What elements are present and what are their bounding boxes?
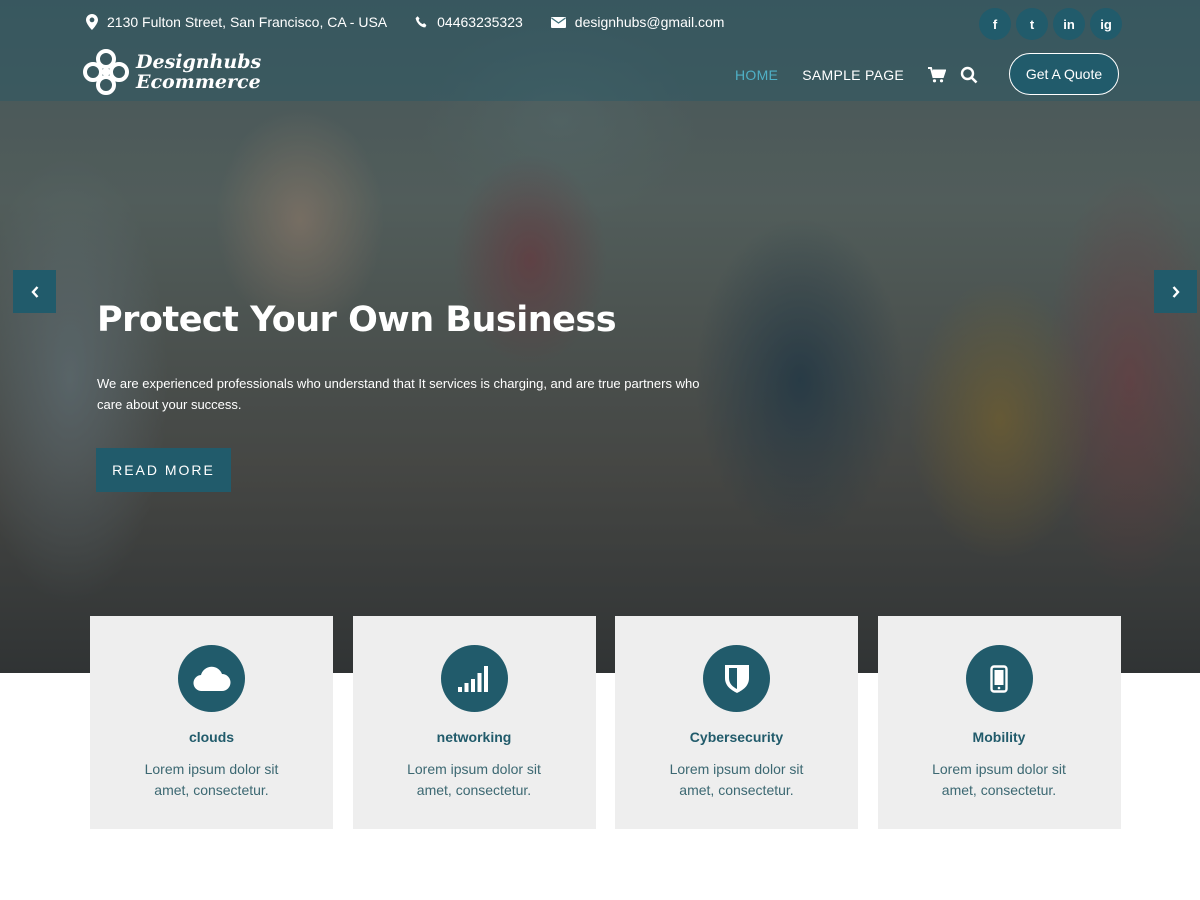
address-item: 2130 Fulton Street, San Francisco, CA - … [86,14,387,30]
cart-icon[interactable] [928,67,947,83]
service-card-mobility[interactable]: Mobility Lorem ipsum dolor sit amet, con… [877,616,1121,829]
service-title: Cybersecurity [689,729,784,745]
service-card-cybersecurity[interactable]: Cybersecurity Lorem ipsum dolor sit amet… [615,616,858,829]
slider-prev-button[interactable] [13,270,56,313]
phone-icon [415,15,427,27]
search-icon[interactable] [960,66,978,84]
phone-item: 04463235323 [415,14,523,30]
hero-title: Protect Your Own Business [97,300,617,340]
logo-line-2: Ecommerce [136,71,261,93]
service-text: Lorem ipsum dolor sit amet, consectetur. [144,761,279,798]
signal-bars-icon [440,645,508,712]
hero-description: We are experienced professionals who und… [97,376,700,412]
chevron-right-icon [1172,285,1180,298]
slider-next-button[interactable] [1154,270,1197,313]
service-title: Mobility [972,729,1026,745]
service-title: clouds [188,729,235,745]
nav-home[interactable]: HOME [735,67,778,83]
read-more-button[interactable]: READ MORE [96,448,231,492]
shield-icon [703,645,770,712]
facebook-icon[interactable]: f [979,8,1011,40]
services-section: clouds Lorem ipsum dolor sit amet, conse… [90,616,1140,829]
linkedin-icon[interactable]: in [1053,8,1085,40]
mobile-phone-icon [965,645,1033,712]
flower-logo-icon [83,49,129,95]
email-item: designhubs@gmail.com [550,14,725,30]
map-marker-icon [86,14,98,30]
service-card-clouds[interactable]: clouds Lorem ipsum dolor sit amet, conse… [90,616,333,829]
logo-line-1: Designhubs [136,51,262,73]
service-text: Lorem ipsum dolor sit amet, consectetur. [669,761,804,798]
main-nav: HOME SAMPLE PAGE [735,53,992,97]
instagram-icon[interactable]: ig [1090,8,1122,40]
phone-text: 04463235323 [437,14,523,30]
get-a-quote-button[interactable]: Get A Quote [1009,53,1119,95]
logo-text: Designhubs Ecommerce [136,52,261,92]
service-text: Lorem ipsum dolor sit amet, consectetur. [932,761,1066,798]
service-text: Lorem ipsum dolor sit amet, consectetur. [407,761,541,798]
address-text: 2130 Fulton Street, San Francisco, CA - … [107,14,388,30]
nav-sample-page[interactable]: SAMPLE PAGE [802,67,904,83]
email-text: designhubs@gmail.com [574,14,725,30]
site-logo[interactable]: Designhubs Ecommerce [82,48,261,96]
social-links: f t in ig [979,8,1127,40]
contact-info: 2130 Fulton Street, San Francisco, CA - … [86,14,752,30]
chevron-left-icon [30,285,38,298]
twitter-icon[interactable]: t [1016,8,1048,40]
envelope-icon [550,16,566,28]
service-card-networking[interactable]: networking Lorem ipsum dolor sit amet, c… [352,616,596,829]
cloud-icon [178,645,245,712]
service-title: networking [436,729,512,745]
